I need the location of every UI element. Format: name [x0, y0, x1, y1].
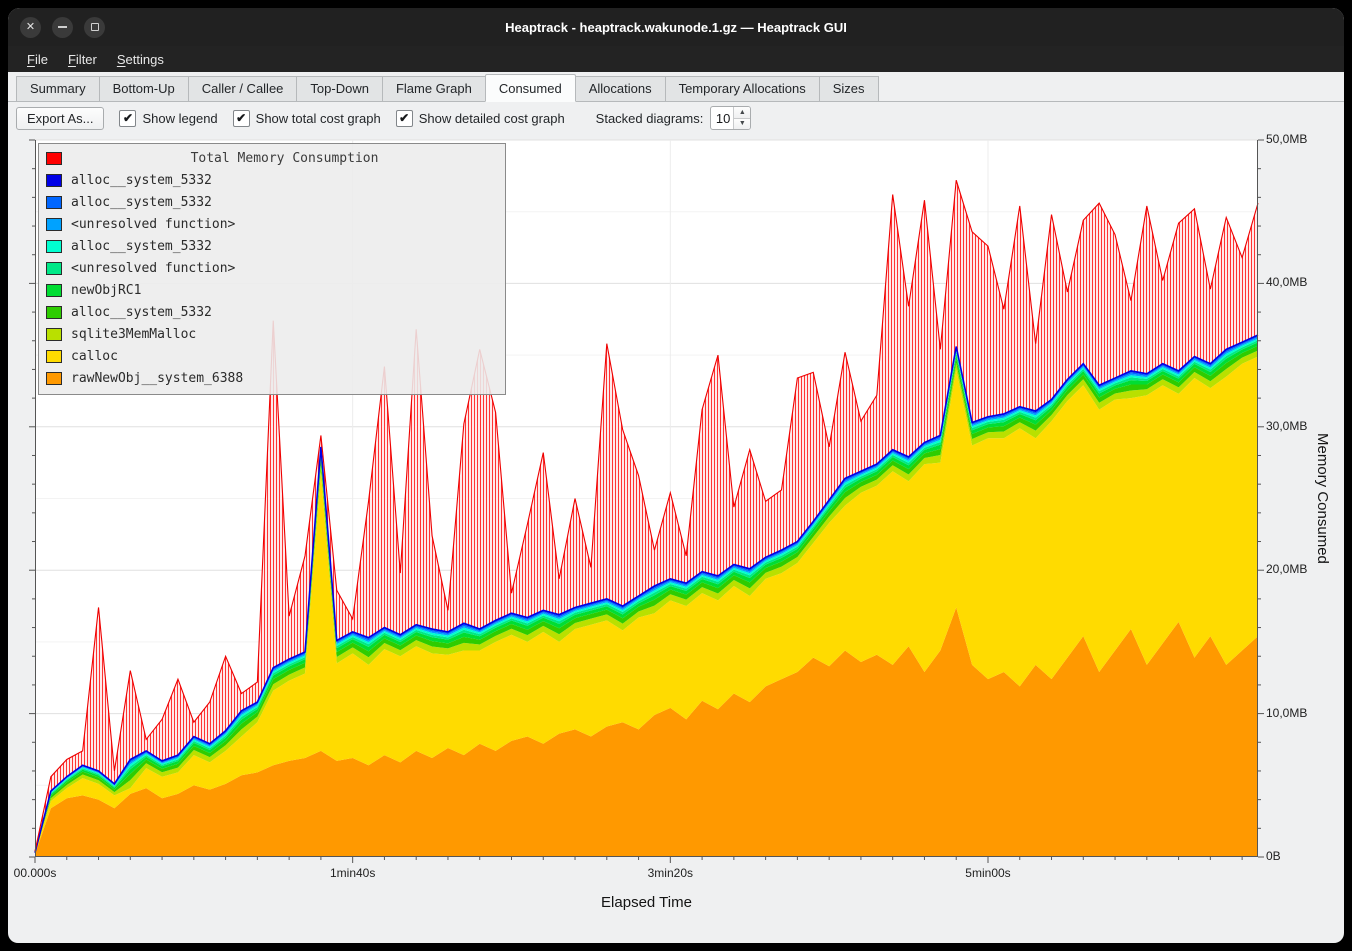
legend-entry-label: sqlite3MemMalloc [71, 327, 196, 342]
legend-swatch [46, 174, 62, 187]
legend-title: Total Memory Consumption [71, 151, 498, 166]
legend-entry: sqlite3MemMalloc [46, 323, 498, 345]
legend-entry: alloc__system_5332 [46, 191, 498, 213]
titlebar: ✕ Heaptrack - heaptrack.wakunode.1.gz — … [8, 8, 1344, 46]
legend-title-row: Total Memory Consumption [46, 147, 498, 169]
checkbox-label: Show total cost graph [256, 111, 381, 126]
legend-entry: calloc [46, 345, 498, 367]
legend-entry-label: alloc__system_5332 [71, 195, 212, 210]
checkbox-show-legend[interactable]: ✔ Show legend [119, 110, 217, 127]
close-icon: ✕ [26, 22, 35, 33]
close-button[interactable]: ✕ [20, 17, 41, 38]
legend-swatch [46, 218, 62, 231]
tab-temporary-allocations[interactable]: Temporary Allocations [665, 76, 820, 102]
legend-swatch [46, 262, 62, 275]
tab-consumed[interactable]: Consumed [485, 74, 576, 102]
tab-top-down[interactable]: Top-Down [296, 76, 383, 102]
y-tick-label: 30,0MB [1266, 419, 1307, 433]
chart-legend: Total Memory Consumption alloc__system_53… [38, 143, 506, 395]
legend-entry: alloc__system_5332 [46, 235, 498, 257]
menu-settings[interactable]: Settings [108, 49, 173, 70]
y-tick-label: 0B [1266, 849, 1281, 863]
legend-entry: rawNewObj__system_6388 [46, 367, 498, 389]
legend-entry-label: newObjRC1 [71, 283, 141, 298]
checkbox-show-detailed-cost-graph[interactable]: ✔ Show detailed cost graph [396, 110, 565, 127]
tab-allocations[interactable]: Allocations [575, 76, 666, 102]
window-controls: ✕ [8, 17, 105, 38]
y-tick-label: 10,0MB [1266, 706, 1307, 720]
stacked-diagrams-label: Stacked diagrams: [596, 111, 704, 126]
maximize-button[interactable] [84, 17, 105, 38]
minimize-button[interactable] [52, 17, 73, 38]
checkbox-box[interactable]: ✔ [396, 110, 413, 127]
checkbox-box[interactable]: ✔ [119, 110, 136, 127]
legend-entry-label: alloc__system_5332 [71, 239, 212, 254]
legend-swatch [46, 284, 62, 297]
toolbar: Export As... ✔ Show legend ✔ Show total cos… [8, 102, 1344, 134]
y-axis-title: Memory Consumed [1314, 140, 1331, 857]
menu-filter[interactable]: Filter [59, 49, 106, 70]
minimize-icon [58, 26, 67, 28]
y-tick-label: 50,0MB [1266, 132, 1307, 146]
checkbox-group: ✔ Show legend ✔ Show total cost graph ✔ Show … [119, 110, 564, 127]
tab-caller-callee[interactable]: Caller / Callee [188, 76, 298, 102]
legend-swatch [46, 372, 62, 385]
x-tick-label: 1min40s [330, 866, 375, 880]
checkbox-show-total-cost-graph[interactable]: ✔ Show total cost graph [233, 110, 381, 127]
legend-entry: alloc__system_5332 [46, 169, 498, 191]
window-title: Heaptrack - heaptrack.wakunode.1.gz — He… [8, 20, 1344, 35]
x-tick-label: 00.000s [14, 866, 57, 880]
x-tick-label: 3min20s [648, 866, 693, 880]
legend-entry-label: alloc__system_5332 [71, 173, 212, 188]
tab-flame-graph[interactable]: Flame Graph [382, 76, 486, 102]
legend-entry-label: alloc__system_5332 [71, 305, 212, 320]
menubar: FileFilterSettings [8, 46, 1344, 72]
legend-entry-label: <unresolved function> [71, 261, 235, 276]
x-axis-title: Elapsed Time [35, 894, 1258, 911]
memory-chart[interactable]: Total Memory Consumption alloc__system_53… [35, 140, 1258, 857]
legend-entry-label: <unresolved function> [71, 217, 235, 232]
spinbox-buttons: ▲ ▼ [733, 107, 750, 129]
legend-entry-label: calloc [71, 349, 118, 364]
tab-bar: SummaryBottom-UpCaller / CalleeTop-DownF… [8, 72, 1344, 102]
y-tick-label: 20,0MB [1266, 562, 1307, 576]
legend-swatch [46, 306, 62, 319]
legend-swatch [46, 240, 62, 253]
export-as-button[interactable]: Export As... [16, 107, 104, 130]
legend-entry: alloc__system_5332 [46, 301, 498, 323]
app-window: ✕ Heaptrack - heaptrack.wakunode.1.gz — … [8, 8, 1344, 943]
menu-file[interactable]: File [18, 49, 57, 70]
y-tick-label: 40,0MB [1266, 275, 1307, 289]
legend-entry: <unresolved function> [46, 213, 498, 235]
spinbox-decrement[interactable]: ▼ [734, 119, 750, 130]
legend-entry: <unresolved function> [46, 257, 498, 279]
spinbox-increment[interactable]: ▲ [734, 107, 750, 119]
tab-summary[interactable]: Summary [16, 76, 100, 102]
legend-entry: newObjRC1 [46, 279, 498, 301]
stacked-diagrams-spinbox[interactable]: 10 ▲ ▼ [710, 106, 751, 130]
maximize-icon [91, 23, 99, 31]
legend-swatch [46, 328, 62, 341]
checkbox-label: Show detailed cost graph [419, 111, 565, 126]
x-tick-label: 5min00s [965, 866, 1010, 880]
checkbox-label: Show legend [142, 111, 217, 126]
legend-swatch [46, 350, 62, 363]
checkbox-box[interactable]: ✔ [233, 110, 250, 127]
tab-sizes[interactable]: Sizes [819, 76, 879, 102]
spinbox-value: 10 [711, 107, 733, 129]
legend-swatch [46, 196, 62, 209]
tab-bottom-up[interactable]: Bottom-Up [99, 76, 189, 102]
legend-swatch [46, 152, 62, 165]
legend-entry-label: rawNewObj__system_6388 [71, 371, 243, 386]
